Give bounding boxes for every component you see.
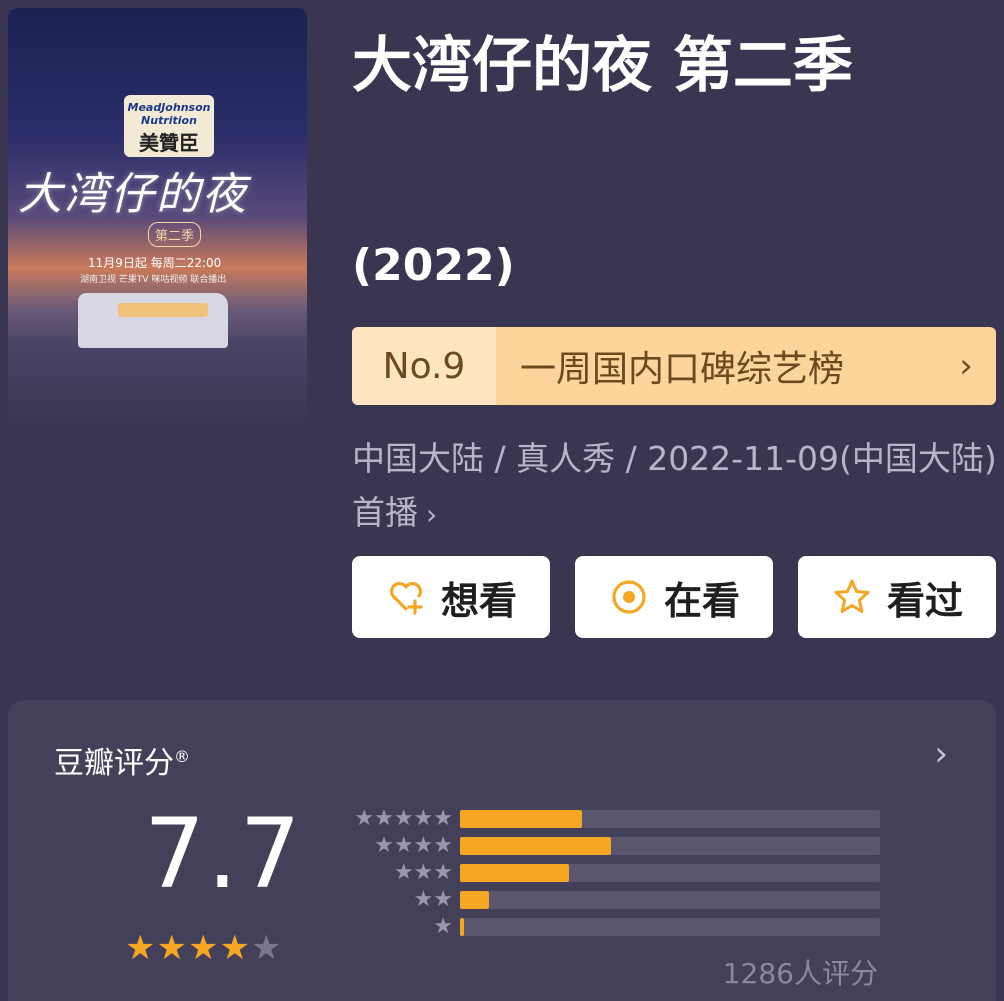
poster-air-info: 11月9日起 每周二22:00: [88, 256, 222, 270]
show-meta-link[interactable]: 中国大陆 / 真人秀 / 2022-11-09(中国大陆)首播 ›: [352, 432, 997, 542]
star-filled-icon: ★: [219, 928, 251, 968]
rating-bar-fill: [460, 810, 582, 828]
row-stars-label: ★: [433, 914, 453, 939]
douban-rating-card[interactable]: 豆瓣评分® › 7.7 ★★★★★ ★★★★★ ★★★★ ★★★ ★★ ★ 12…: [8, 700, 996, 1001]
rating-bar-track: [460, 810, 880, 828]
heart-plus-icon: [385, 576, 427, 618]
rating-row-1: ★: [338, 916, 883, 943]
watched-button[interactable]: 看过: [798, 556, 996, 638]
poster-season-badge: 第二季: [148, 222, 202, 247]
sponsor-logo-cn: 美贊臣: [139, 131, 199, 155]
rating-label-text: 豆瓣评分: [54, 746, 174, 781]
rating-bar-fill: [460, 918, 465, 936]
watched-label: 看过: [886, 578, 963, 623]
chevron-right-icon: ›: [426, 498, 438, 531]
rating-row-5: ★★★★★: [338, 808, 883, 835]
target-icon: [608, 576, 650, 618]
poster-van-illustration: [78, 293, 228, 348]
sponsor-logo-en: MeadJohnson Nutrition: [127, 101, 211, 127]
watching-button[interactable]: 在看: [575, 556, 773, 638]
ranking-list-name: 一周国内口碑综艺榜: [520, 349, 845, 390]
rating-bar-track: [460, 891, 880, 909]
rating-stars: ★★★★★: [125, 928, 282, 968]
registered-mark: ®: [174, 747, 190, 766]
poster-title-art: 大湾仔的夜: [18, 169, 248, 220]
rating-bar-track: [460, 837, 880, 855]
star-filled-icon: ★: [125, 928, 157, 968]
rating-bar-fill: [460, 891, 490, 909]
poster-partners: 湖南卫视 芒果TV 咪咕视频 联合播出: [80, 275, 227, 285]
poster-ground: [8, 338, 307, 427]
ranking-banner[interactable]: No.9 一周国内口碑综艺榜 ›: [352, 327, 996, 405]
row-stars-label: ★★: [413, 887, 453, 912]
row-stars-label: ★★★: [393, 860, 453, 885]
watching-label: 在看: [663, 578, 740, 623]
show-meta-text: 中国大陆 / 真人秀 / 2022-11-09(中国大陆)首播: [352, 439, 997, 532]
row-stars-label: ★★★★★: [354, 806, 453, 831]
star-outline-icon: [831, 576, 873, 618]
rating-row-4: ★★★★: [338, 835, 883, 862]
rating-score: 7.7: [144, 798, 303, 910]
star-filled-icon: ★: [156, 928, 188, 968]
star-empty-icon: ★: [250, 928, 283, 968]
chevron-right-icon[interactable]: ›: [934, 734, 948, 774]
rating-label: 豆瓣评分®: [54, 738, 190, 782]
rating-count[interactable]: 1286人评分: [723, 952, 878, 992]
rating-distribution: ★★★★★ ★★★★ ★★★ ★★ ★: [338, 808, 883, 943]
star-filled-icon: ★: [187, 928, 220, 968]
chevron-right-icon: ›: [959, 346, 973, 386]
rating-bar-fill: [460, 864, 570, 882]
sponsor-logo: MeadJohnson Nutrition 美贊臣: [124, 95, 214, 157]
row-stars-label: ★★★★: [374, 833, 453, 858]
poster-image[interactable]: MeadJohnson Nutrition 美贊臣 大湾仔的夜 第二季 11月9…: [8, 8, 307, 427]
rating-bar-track: [460, 864, 880, 882]
rating-row-2: ★★: [338, 889, 883, 916]
want-to-watch-label: 想看: [440, 578, 517, 623]
rating-bar-fill: [460, 837, 612, 855]
action-buttons: 想看 在看 看过: [352, 556, 998, 638]
want-to-watch-button[interactable]: 想看: [352, 556, 550, 638]
release-year: (2022): [352, 240, 515, 291]
rating-row-3: ★★★: [338, 862, 883, 889]
page-title: 大湾仔的夜 第二季: [352, 31, 853, 101]
ranking-number: No.9: [352, 327, 496, 405]
rating-bar-track: [460, 918, 880, 936]
